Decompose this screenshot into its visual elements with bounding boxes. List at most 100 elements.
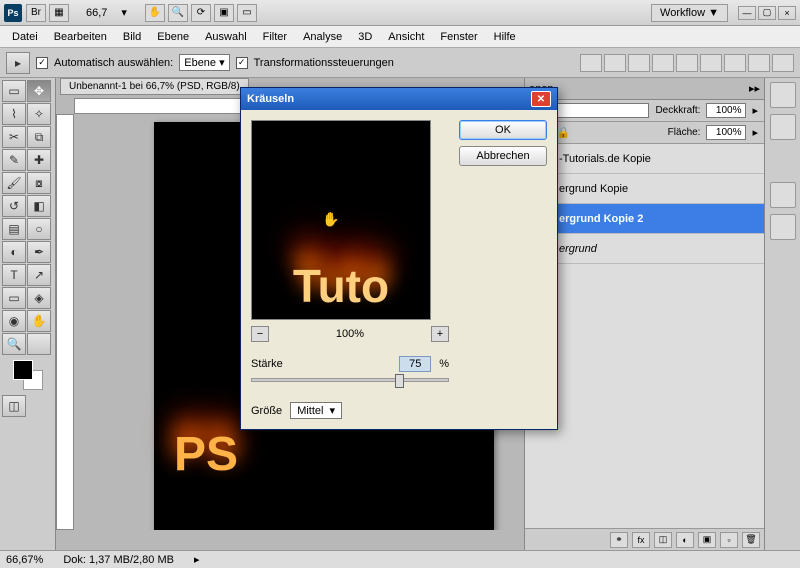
- menu-help[interactable]: Hilfe: [486, 29, 524, 45]
- blur-tool[interactable]: ○: [27, 218, 51, 240]
- ok-button[interactable]: OK: [459, 120, 547, 140]
- restore-button[interactable]: ▢: [758, 6, 776, 20]
- eraser-tool[interactable]: ◧: [27, 195, 51, 217]
- move-tool[interactable]: ✥: [27, 80, 51, 102]
- tool-preset-icon[interactable]: ▸: [6, 52, 30, 74]
- color-swatch[interactable]: [13, 360, 43, 390]
- zoom-out-button[interactable]: −: [251, 326, 269, 342]
- pct-label: %: [439, 358, 449, 370]
- close-button[interactable]: ×: [778, 6, 796, 20]
- trash-icon[interactable]: 🗑: [742, 532, 760, 548]
- zoom-in-button[interactable]: +: [431, 326, 449, 342]
- ripple-dialog: Kräuseln ✕ Tuto ✋ − 100% + Stärke % Größ…: [240, 87, 558, 430]
- align-icon[interactable]: [676, 54, 698, 72]
- align-icon[interactable]: [604, 54, 626, 72]
- stamp-tool[interactable]: ⧇: [27, 172, 51, 194]
- layer-row[interactable]: ergrund Kopie 2: [525, 204, 764, 234]
- wand-tool[interactable]: ✧: [27, 103, 51, 125]
- menu-view[interactable]: Ansicht: [380, 29, 432, 45]
- autoselect-target[interactable]: Ebene ▾: [179, 54, 229, 71]
- strength-label: Stärke: [251, 358, 283, 370]
- shape-tool[interactable]: ▭: [2, 287, 26, 309]
- dialog-title: Kräuseln: [247, 93, 294, 105]
- color-panel-icon[interactable]: [770, 182, 796, 208]
- status-doc[interactable]: Dok: 1,37 MB/2,80 MB: [63, 554, 174, 566]
- arrange-icon[interactable]: ▭: [237, 4, 257, 22]
- layer-row[interactable]: ergrund: [525, 234, 764, 264]
- size-dropdown[interactable]: Mittel▾: [290, 402, 342, 419]
- layer-list: -Tutorials.de Kopie ergrund Kopie ergrun…: [525, 144, 764, 528]
- new-icon[interactable]: ▫: [720, 532, 738, 548]
- menu-filter[interactable]: Filter: [255, 29, 295, 45]
- crop-tool[interactable]: ✂: [2, 126, 26, 148]
- zoom-tool[interactable]: 🔍: [2, 333, 26, 355]
- bridge-icon[interactable]: Br: [26, 4, 46, 22]
- fx-icon[interactable]: fx: [632, 532, 650, 548]
- menu-layer[interactable]: Ebene: [149, 29, 197, 45]
- dialog-close-icon[interactable]: ✕: [531, 91, 551, 107]
- 3d-tool[interactable]: ◈: [27, 287, 51, 309]
- marquee-tool[interactable]: ▭: [2, 80, 26, 102]
- screen-mode-icon[interactable]: ▣: [214, 4, 234, 22]
- preview-area[interactable]: Tuto ✋: [251, 120, 431, 320]
- menu-file[interactable]: Datei: [4, 29, 46, 45]
- folder-icon[interactable]: ▣: [698, 532, 716, 548]
- brush-tool[interactable]: 🖌: [2, 172, 26, 194]
- rotate-icon[interactable]: ⟳: [191, 4, 211, 22]
- menu-edit[interactable]: Bearbeiten: [46, 29, 115, 45]
- layer-row[interactable]: ergrund Kopie: [525, 174, 764, 204]
- history-tool[interactable]: ↺: [2, 195, 26, 217]
- para-panel-icon[interactable]: [770, 114, 796, 140]
- cancel-button[interactable]: Abbrechen: [459, 146, 547, 166]
- size-label: Größe: [251, 405, 282, 417]
- menu-bar: Datei Bearbeiten Bild Ebene Auswahl Filt…: [0, 26, 800, 48]
- align-icon[interactable]: [580, 54, 602, 72]
- distrib-icon[interactable]: [724, 54, 746, 72]
- cam-tool[interactable]: ◉: [2, 310, 26, 332]
- opacity-field[interactable]: 100%: [706, 103, 746, 118]
- gradient-tool[interactable]: ▤: [2, 218, 26, 240]
- eyedrop-tool[interactable]: ✎: [2, 149, 26, 171]
- fill-field[interactable]: 100%: [706, 125, 746, 140]
- align-icon[interactable]: [652, 54, 674, 72]
- dodge-tool[interactable]: ◐: [2, 241, 26, 263]
- zoom-icon[interactable]: 🔍: [168, 4, 188, 22]
- minimize-button[interactable]: —: [738, 6, 756, 20]
- distrib-icon[interactable]: [748, 54, 770, 72]
- align-icon[interactable]: [700, 54, 722, 72]
- film-icon[interactable]: ▦: [49, 4, 69, 22]
- path-tool[interactable]: ↗: [27, 264, 51, 286]
- menu-3d[interactable]: 3D: [350, 29, 380, 45]
- align-icon[interactable]: [628, 54, 650, 72]
- strength-input[interactable]: [399, 356, 431, 372]
- menu-image[interactable]: Bild: [115, 29, 149, 45]
- heal-tool[interactable]: ✚: [27, 149, 51, 171]
- none: [27, 333, 51, 355]
- styles-panel-icon[interactable]: [770, 214, 796, 240]
- transform-checkbox[interactable]: ✓: [236, 57, 248, 69]
- autoselect-checkbox[interactable]: ✓: [36, 57, 48, 69]
- mask-icon[interactable]: ◫: [654, 532, 672, 548]
- app-icon: Ps: [4, 4, 22, 22]
- menu-analyse[interactable]: Analyse: [295, 29, 350, 45]
- document-tab[interactable]: Unbenannt-1 bei 66,7% (PSD, RGB/8): [60, 78, 249, 95]
- quickmask-tool[interactable]: ◫: [2, 395, 26, 417]
- distrib-icon[interactable]: [772, 54, 794, 72]
- ruler-vertical: [56, 114, 74, 530]
- type-tool[interactable]: T: [2, 264, 26, 286]
- menu-select[interactable]: Auswahl: [197, 29, 255, 45]
- slice-tool[interactable]: ⧉: [27, 126, 51, 148]
- pen-tool[interactable]: ✒: [27, 241, 51, 263]
- layer-row[interactable]: -Tutorials.de Kopie: [525, 144, 764, 174]
- workspace-switcher[interactable]: Workflow ▼: [651, 4, 728, 22]
- lasso-tool[interactable]: ⌇: [2, 103, 26, 125]
- status-zoom[interactable]: 66,67%: [6, 554, 43, 566]
- strength-slider[interactable]: [251, 378, 449, 382]
- link-icon[interactable]: ⚭: [610, 532, 628, 548]
- hand-tool[interactable]: ✋: [27, 310, 51, 332]
- adj-icon[interactable]: ◐: [676, 532, 694, 548]
- char-panel-icon[interactable]: [770, 82, 796, 108]
- zoom-readout[interactable]: 66,7: [80, 5, 113, 21]
- menu-window[interactable]: Fenster: [432, 29, 485, 45]
- hand-icon[interactable]: ✋: [145, 4, 165, 22]
